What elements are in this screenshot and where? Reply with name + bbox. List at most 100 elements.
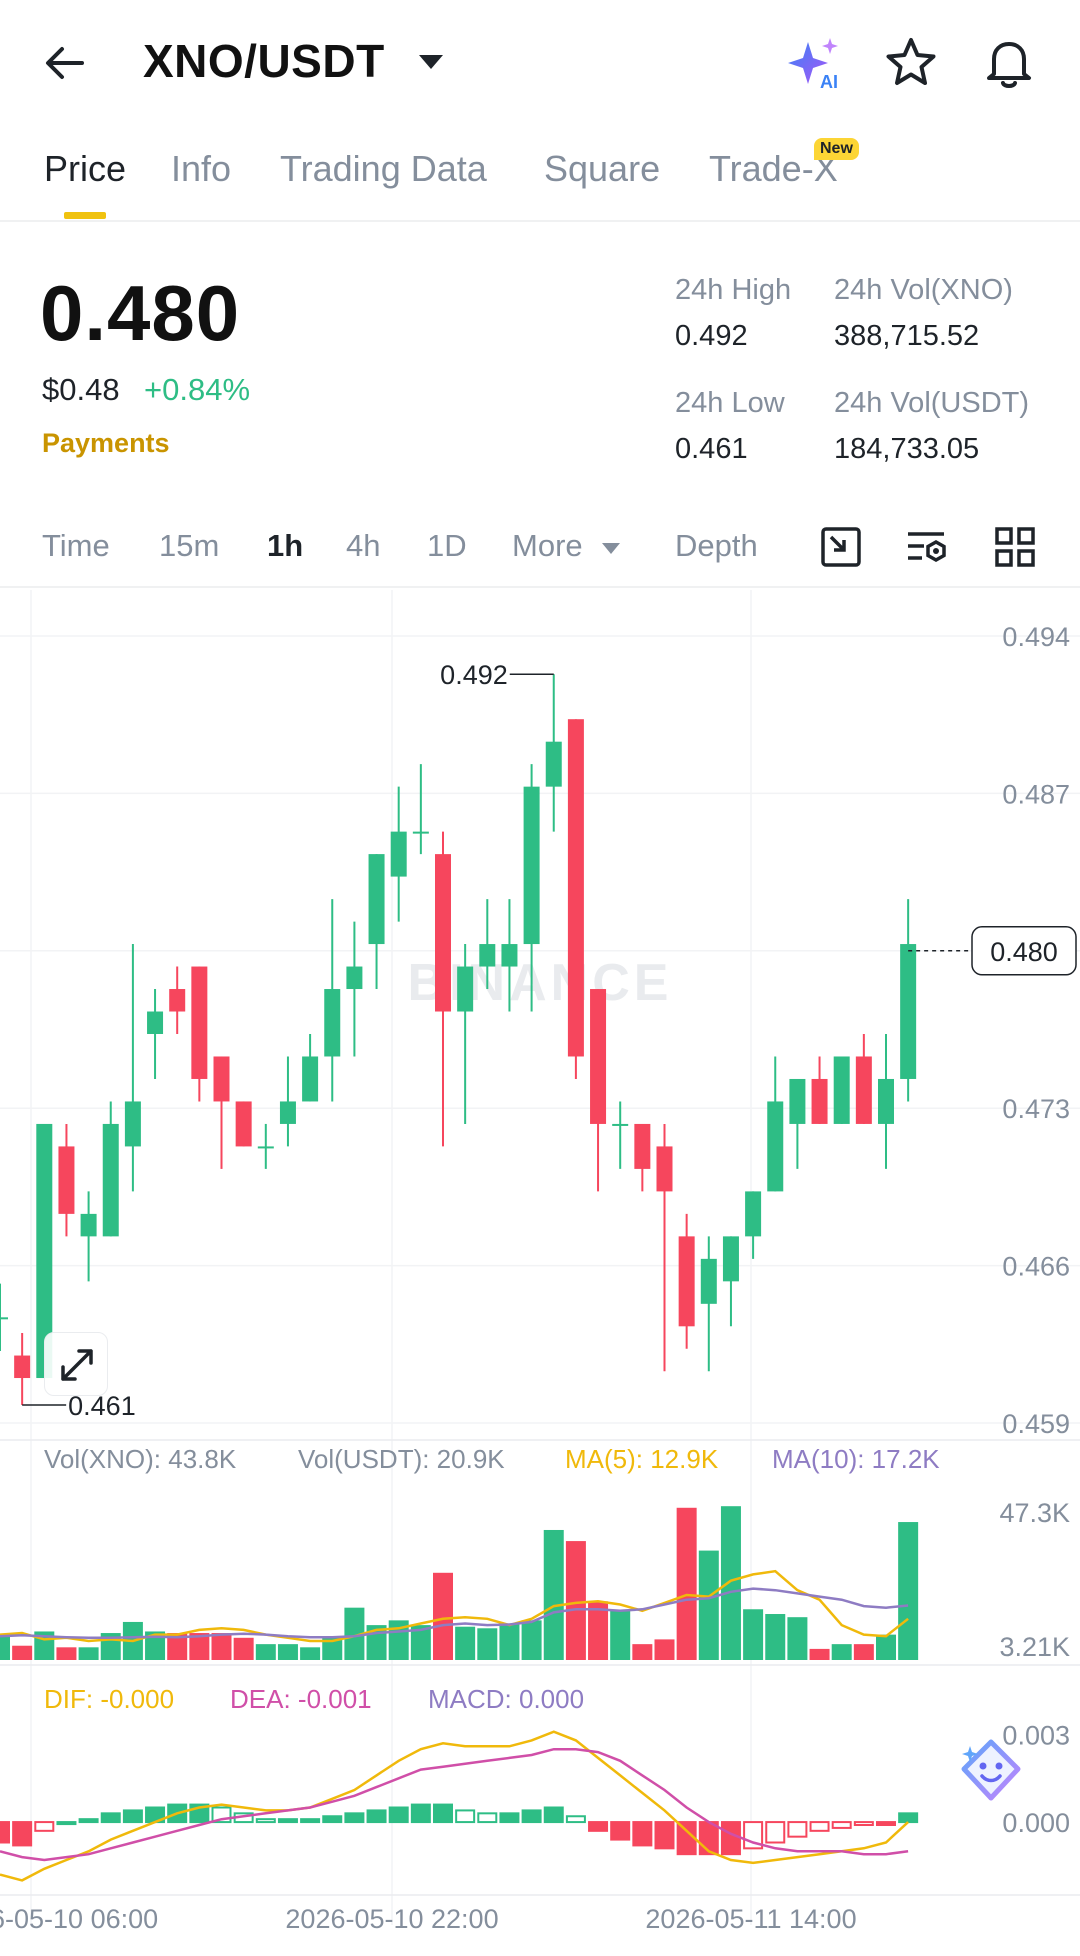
pair-title[interactable]: XNO/USDT [143, 34, 385, 88]
candle-up [833, 1056, 850, 1124]
macd-histogram-bar [565, 1815, 586, 1824]
volume-bar [255, 1644, 276, 1660]
macd-histogram-bar [455, 1809, 476, 1824]
dif-legend: DIF: -0.000 [44, 1684, 174, 1714]
vol-base-legend: Vol(XNO): 43.8K [44, 1444, 237, 1474]
candle-up [346, 966, 363, 990]
more-caret-icon[interactable] [600, 540, 622, 556]
candle-up [0, 1317, 8, 1320]
expand-arrows-icon [61, 1349, 93, 1381]
candle-up [745, 1191, 762, 1237]
candle-down [435, 854, 451, 1012]
candle-up [878, 1078, 894, 1124]
depth-tab[interactable]: Depth [675, 528, 758, 564]
macd-histogram-bar [698, 1821, 719, 1856]
volume-bar [300, 1647, 321, 1660]
chart-expand-button[interactable] [44, 1332, 108, 1396]
candle-up [900, 944, 917, 1079]
volume-bar [831, 1644, 852, 1660]
macd-histogram-bar [610, 1821, 631, 1841]
macd-histogram-bar [277, 1818, 298, 1824]
dea-legend: DEA: -0.001 [230, 1684, 372, 1714]
star-icon[interactable] [882, 34, 940, 92]
kline-chart[interactable]: BINANCE0.4940.4870.4800.4730.4660.4590.4… [0, 590, 1080, 1956]
assistant-bot-icon[interactable] [956, 1736, 1026, 1806]
candle-up [479, 944, 496, 967]
volume-bar [543, 1529, 564, 1660]
caret-down-icon[interactable] [416, 52, 446, 72]
macd-histogram-bar [366, 1809, 387, 1824]
macd-histogram-bar [720, 1821, 741, 1856]
candle-down [235, 1101, 252, 1147]
interval-more[interactable]: More [512, 528, 583, 564]
macd-histogram-bar [433, 1803, 453, 1824]
candle-up [412, 831, 429, 834]
volume-bar [277, 1644, 298, 1660]
tab-trading-data[interactable]: Trading Data [280, 148, 487, 190]
candle-up [722, 1236, 739, 1282]
bell-icon[interactable] [980, 34, 1038, 92]
macd-histogram-bar [853, 1821, 874, 1827]
interval-1d[interactable]: 1D [427, 528, 467, 564]
volume-bar [433, 1572, 453, 1660]
volume-bar [654, 1639, 675, 1660]
category-tag[interactable]: Payments [42, 428, 170, 459]
volume-bar [521, 1620, 542, 1660]
candle-down [169, 989, 186, 1012]
volume-bar [12, 1645, 33, 1660]
candle-down [191, 966, 208, 1079]
macd-histogram-bar [521, 1809, 542, 1824]
macd-histogram-bar [78, 1818, 99, 1824]
volume-axis-min: 3.21K [999, 1632, 1070, 1662]
interval-4h[interactable]: 4h [346, 528, 380, 564]
time-axis-label: 2026-05-11 14:00 [645, 1904, 856, 1934]
candle-up [700, 1258, 717, 1304]
candle-down [656, 1146, 673, 1192]
candle-down [634, 1123, 651, 1169]
candle-up [80, 1213, 97, 1237]
price-axis-label: 0.473 [1002, 1094, 1070, 1124]
candle-down [14, 1355, 31, 1379]
macd-histogram-bar [831, 1821, 852, 1829]
grid-layout-icon[interactable] [992, 524, 1038, 570]
low-24h-label: 24h Low [675, 387, 785, 419]
macd-histogram-bar [654, 1821, 675, 1850]
fullscreen-icon[interactable] [818, 524, 864, 570]
macd-histogram-bar [0, 1821, 10, 1844]
macd-histogram-bar [100, 1812, 121, 1824]
candle-down [567, 719, 584, 1057]
ai-sparkle-icon[interactable]: AI [786, 34, 844, 92]
price-axis-label: 0.459 [1002, 1409, 1070, 1439]
tab-price[interactable]: Price [44, 148, 126, 190]
candle-up [257, 1146, 274, 1149]
volume-bar [720, 1506, 741, 1660]
usd-price: $0.48 [42, 372, 120, 407]
macd-histogram-bar [300, 1818, 321, 1824]
interval-1h[interactable]: 1h [267, 528, 303, 564]
interval-15m[interactable]: 15m [159, 528, 219, 564]
tab-square[interactable]: Square [544, 148, 660, 190]
high-24h-value: 0.492 [675, 320, 748, 352]
macd-histogram-bar [543, 1806, 564, 1824]
volume-bar [455, 1626, 476, 1660]
price-change-percent: +0.84% [144, 372, 251, 407]
section-tabs: Price Info Trading Data Square Trade-X [0, 140, 1080, 222]
ma5-legend: MA(5): 12.9K [565, 1444, 719, 1474]
candle-down [213, 1056, 230, 1102]
back-arrow-icon[interactable] [40, 38, 90, 88]
vol-quote-value: 184,733.05 [834, 433, 980, 465]
interval-time[interactable]: Time [42, 528, 110, 564]
candle-up [324, 989, 341, 1057]
macd-histogram-bar [588, 1821, 609, 1832]
indicator-settings-icon[interactable] [904, 524, 950, 570]
tab-info[interactable]: Info [171, 148, 231, 190]
volume-bar [610, 1610, 631, 1660]
volume-bar [211, 1633, 232, 1660]
interval-bar: Time 15m 1h 4h 1D More Depth [0, 512, 1080, 588]
price-axis-label: 0.466 [1002, 1252, 1070, 1282]
volume-bar [477, 1628, 498, 1660]
candle-down [855, 1056, 872, 1124]
candle-up [279, 1101, 296, 1124]
candle-up [523, 786, 540, 945]
price-axis-label: 0.487 [1002, 779, 1070, 809]
